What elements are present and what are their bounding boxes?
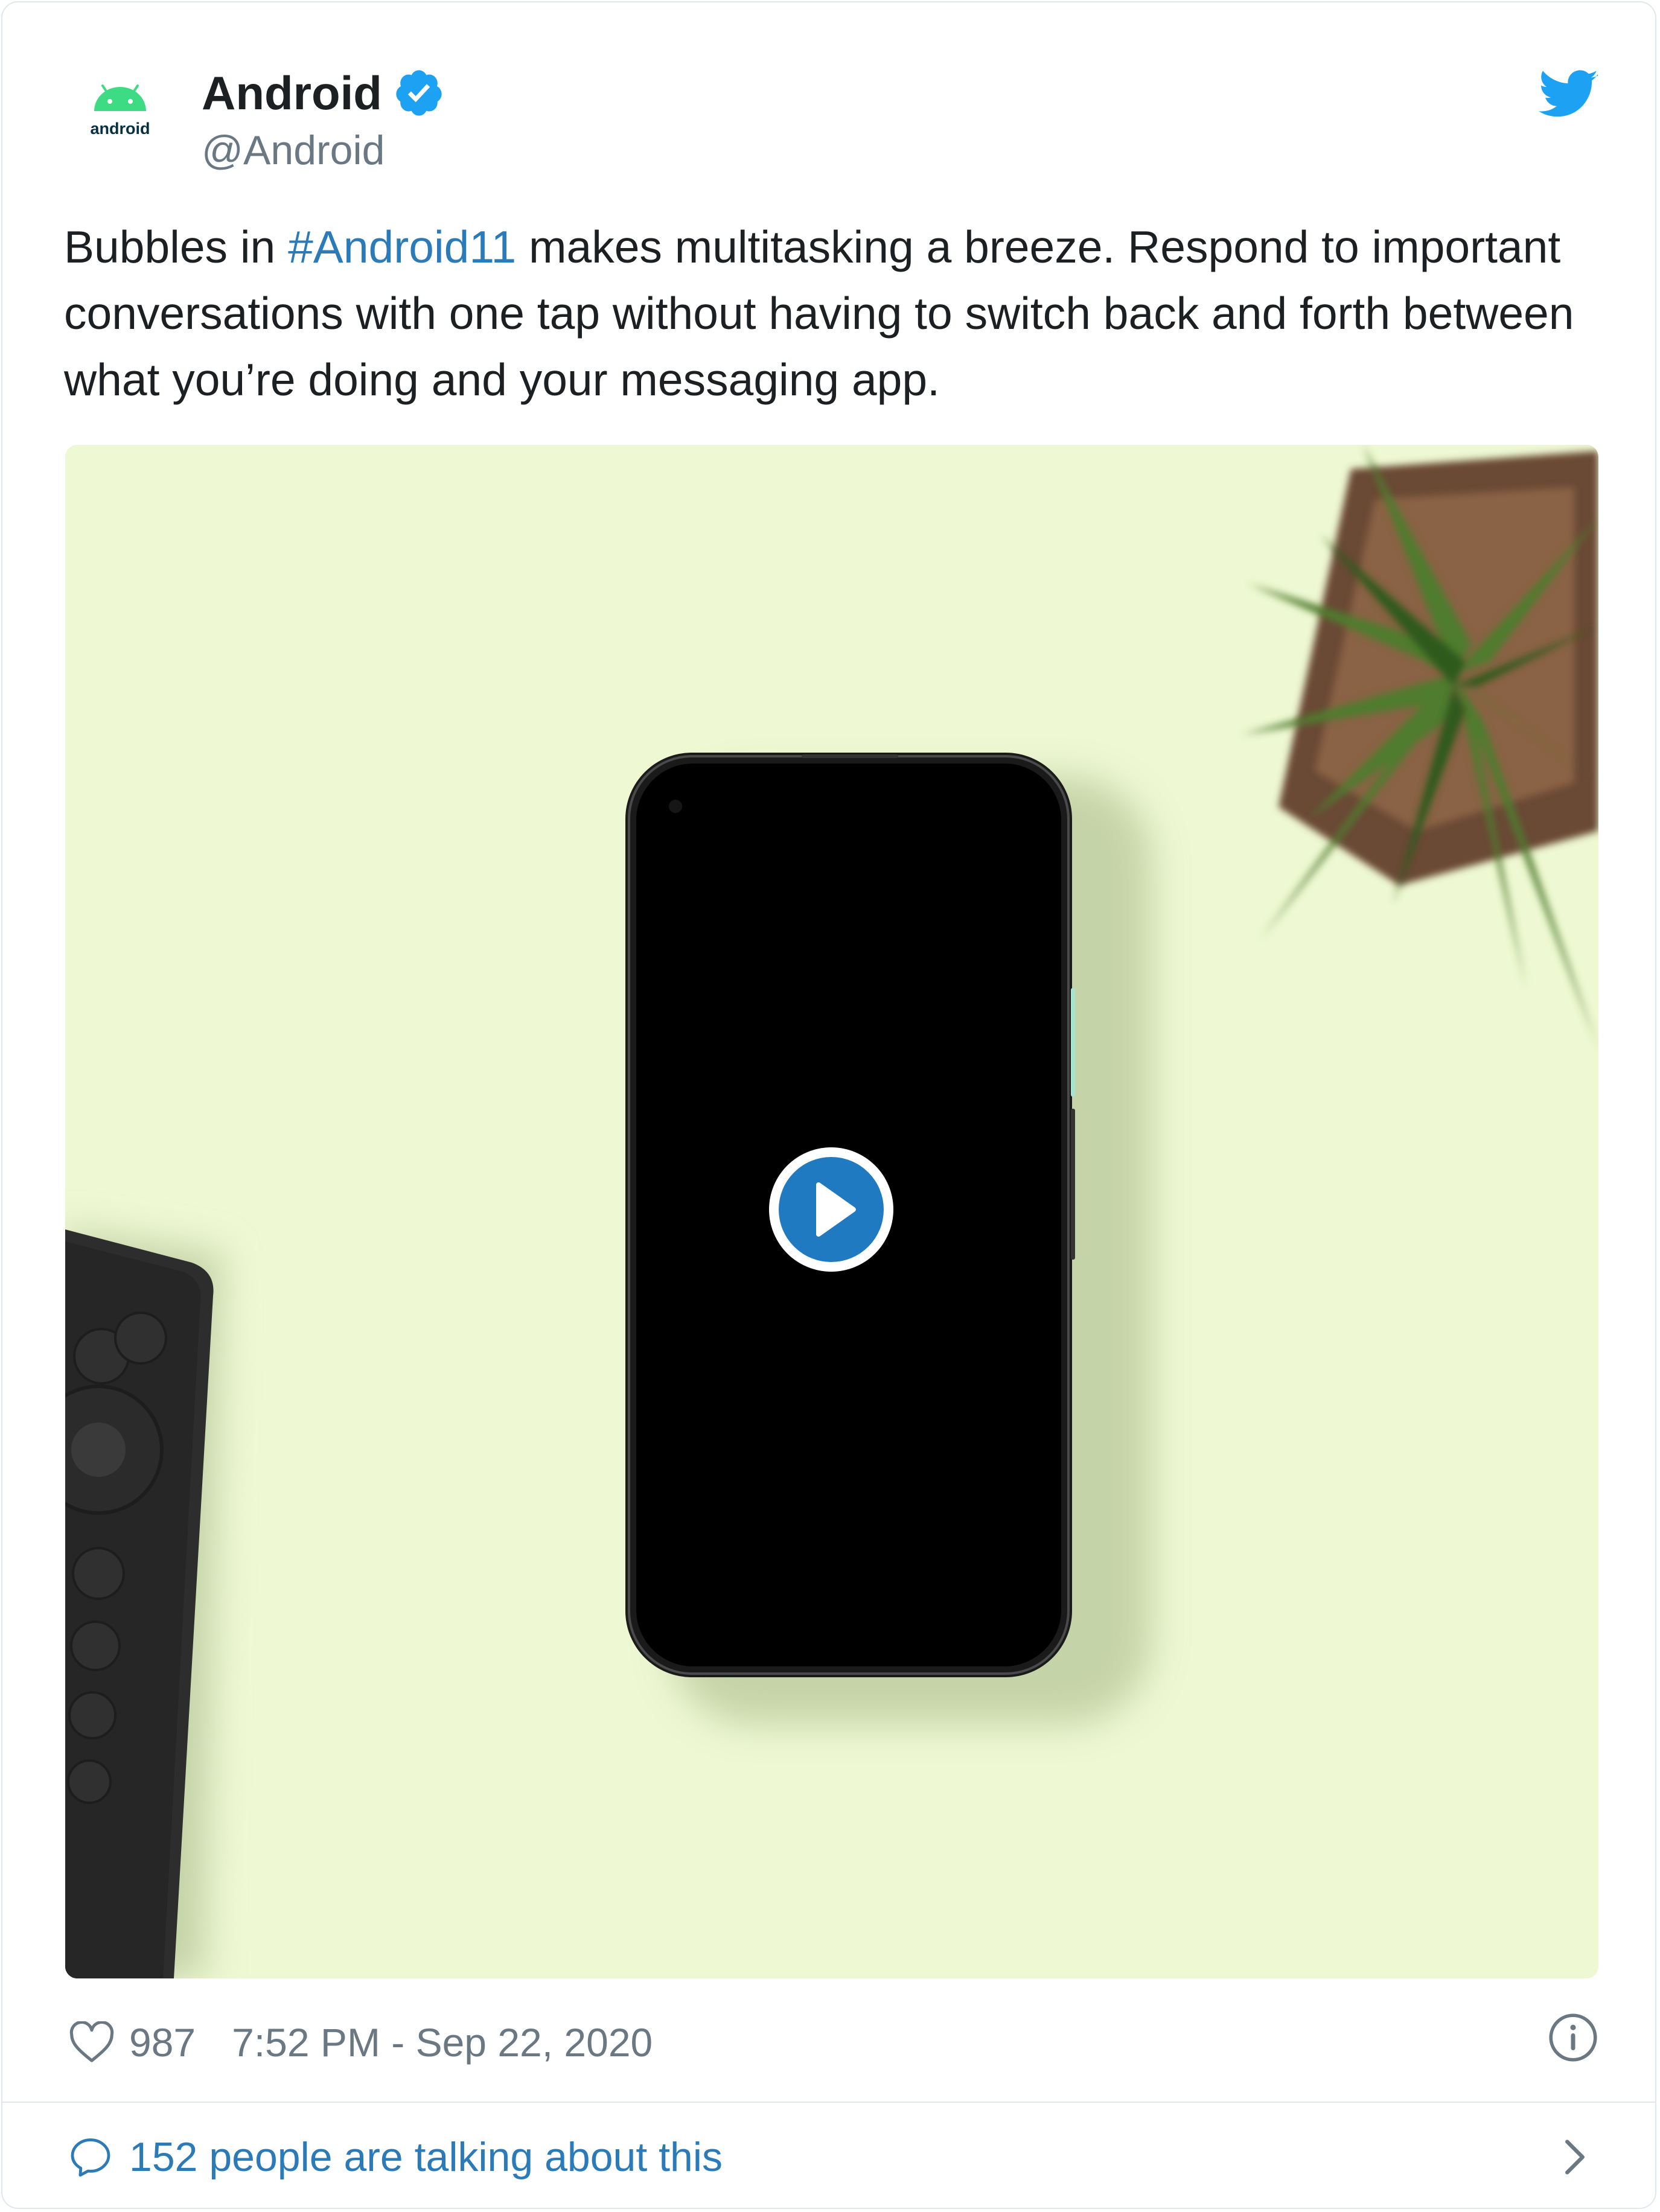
author-name-row[interactable]: Android [202,63,445,123]
verified-badge-icon [396,70,442,116]
conversation-count-text[interactable]: 152 people are talking about this [129,2134,723,2181]
footer-divider [2,2102,1655,2103]
author-handle[interactable]: @Android [202,123,385,177]
play-icon [816,1182,856,1237]
tweet-timestamp[interactable]: 7:52 PM - Sep 22, 2020 [232,2019,653,2065]
play-button[interactable] [769,1147,893,1272]
author-name[interactable]: Android [202,63,382,123]
heart-icon[interactable] [69,2021,115,2064]
like-count[interactable]: 987 [129,2019,196,2065]
hashtag-link[interactable]: #Android11 [288,222,516,272]
tweet-meta: 987 7:52 PM - Sep 22, 2020 [69,2015,653,2070]
tweet-card: android Android @Android Bubbles in #And… [1,1,1656,2209]
conversation-link[interactable]: 152 people are talking about this [69,2130,723,2184]
video-thumbnail[interactable] [65,445,1598,1978]
info-icon[interactable] [1548,2012,1598,2063]
android-logo-avatar[interactable]: android [75,74,165,164]
avatar-wordmark: android [91,120,150,138]
tweet-text-start: Bubbles in [64,222,289,272]
speech-bubble-icon [71,2138,110,2177]
chevron-right-icon[interactable] [1560,2136,1590,2178]
twitter-bird-icon[interactable] [1539,68,1599,122]
tweet-text: Bubbles in #Android11 makes multitasking… [64,214,1609,413]
